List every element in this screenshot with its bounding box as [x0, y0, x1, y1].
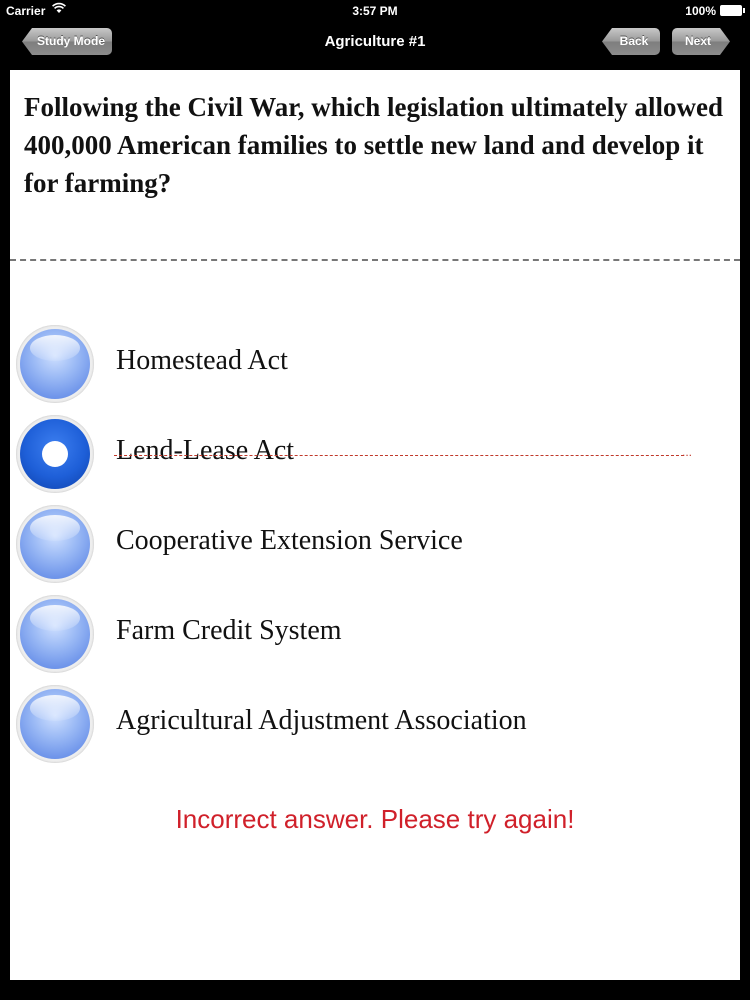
answer-option-lend-lease-act[interactable]: Lend-Lease Act ...: [16, 415, 716, 495]
feedback-message: Incorrect answer. Please try again!: [175, 804, 575, 834]
back-button[interactable]: Back: [602, 28, 660, 55]
battery-icon: [720, 5, 745, 16]
answer-label[interactable]: Farm Credit System: [116, 615, 342, 647]
nav-bar: Study Mode Agriculture #1 Back Next: [0, 22, 750, 62]
answer-label[interactable]: Homestead Act: [116, 345, 288, 377]
radio-unselected-icon[interactable]: [16, 685, 94, 763]
answer-label[interactable]: Agricultural Adjustment Association: [116, 705, 527, 737]
status-time: 3:57 PM: [352, 4, 398, 18]
question-panel: Following the Civil War, which legislati…: [10, 70, 740, 980]
battery-percent: 100%: [685, 4, 716, 18]
divider: [10, 259, 740, 261]
radio-selected-icon[interactable]: [16, 415, 94, 493]
answer-option-agricultural-adjustment-association[interactable]: Agricultural Adjustment Association: [16, 685, 716, 765]
radio-unselected-icon[interactable]: [16, 595, 94, 673]
strikethrough-line: [114, 455, 684, 456]
answer-option-farm-credit-system[interactable]: Farm Credit System: [16, 595, 716, 675]
status-bar: Carrier 3:57 PM 100%: [0, 0, 750, 22]
answer-option-cooperative-extension-service[interactable]: Cooperative Extension Service: [16, 505, 716, 585]
strikethrough-end: ...: [682, 445, 693, 459]
radio-unselected-icon[interactable]: [16, 505, 94, 583]
answer-label[interactable]: Lend-Lease Act: [116, 435, 294, 467]
question-text: Following the Civil War, which legislati…: [24, 92, 724, 198]
next-button[interactable]: Next: [672, 28, 730, 55]
answer-option-homestead-act[interactable]: Homestead Act: [16, 325, 716, 405]
answer-label[interactable]: Cooperative Extension Service: [116, 525, 463, 557]
radio-unselected-icon[interactable]: [16, 325, 94, 403]
